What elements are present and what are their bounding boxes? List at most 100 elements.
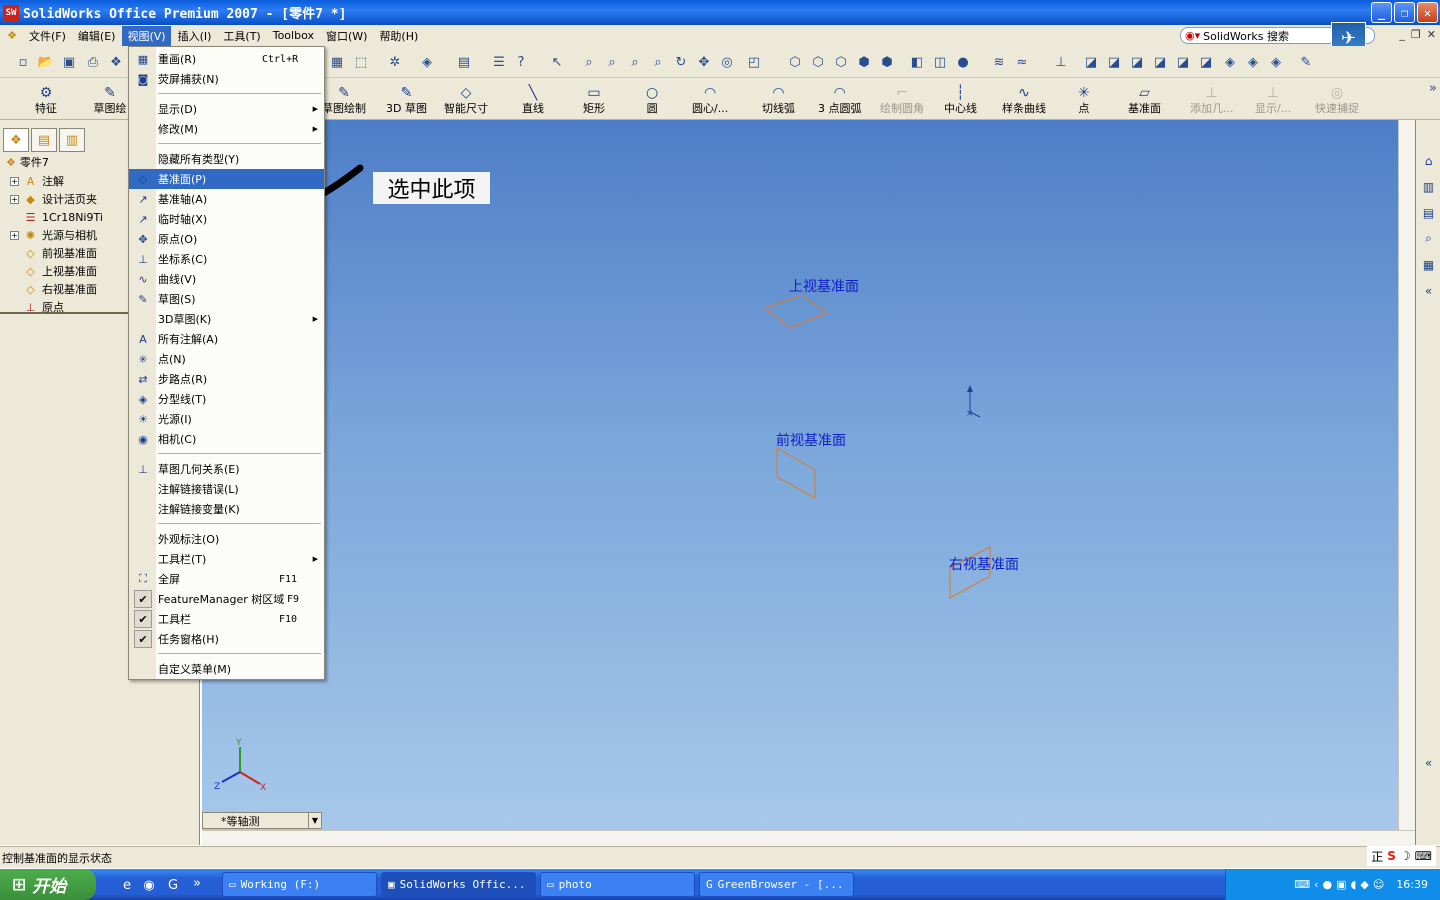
more-commands-icon[interactable]: » — [1424, 80, 1440, 96]
view-menu-item[interactable]: 注解链接变量(K) — [129, 499, 324, 519]
quicklaunch-more-icon[interactable]: » — [188, 875, 206, 891]
solidworks-app-icon[interactable]: SW — [3, 4, 19, 21]
help-icon[interactable]: ? — [512, 54, 530, 70]
view-menu-item[interactable]: ✔ FeatureManager 树区域 F9 — [129, 589, 324, 609]
ie-icon[interactable]: e — [118, 877, 136, 893]
task-photo[interactable]: ▭ photo — [540, 872, 695, 897]
view-menu-item[interactable]: ✎ 草图(S) — [129, 289, 324, 309]
tray-collapse-icon[interactable]: ‹ — [1314, 878, 1318, 891]
cmd-plane-button[interactable]: ▱ 基准面 — [1128, 82, 1161, 116]
cmd-three-point-arc-button[interactable]: ◠ 3 点圆弧 — [818, 82, 862, 116]
horizontal-scrollbar[interactable] — [202, 830, 1415, 846]
view-menu-item[interactable]: 隐藏所有类型(Y) — [129, 149, 324, 169]
view-menu-item[interactable]: 注解链接错误(L) — [129, 479, 324, 499]
menu-window[interactable]: 窗口(W) — [321, 26, 372, 46]
top-plane-outline[interactable] — [763, 294, 829, 329]
front-plane-label[interactable]: 前视基准面 — [776, 430, 846, 450]
menu-tools[interactable]: 工具(T) — [218, 26, 265, 46]
front-view-icon[interactable]: ◪ — [1082, 54, 1100, 70]
ime-options-icon[interactable]: ☽ — [1400, 849, 1411, 863]
tree-node[interactable]: +⊥原点 — [10, 298, 64, 316]
view-menu-item[interactable]: 修改(M) ▶ — [129, 119, 324, 139]
options-icon[interactable]: ✲ — [386, 54, 404, 70]
view-menu-item[interactable]: 显示(D) ▶ — [129, 99, 324, 119]
cmd-centerline-button[interactable]: ┆ 中心线 — [944, 82, 977, 116]
greenbrowser-icon[interactable]: G — [164, 877, 182, 893]
doc-restore-button[interactable]: ❐ — [1411, 28, 1421, 41]
tree-node[interactable]: +◇右视基准面 — [10, 280, 97, 298]
tray-network-icon[interactable]: ▣ — [1336, 878, 1346, 891]
browser-icon[interactable]: ◉ — [140, 877, 158, 893]
cmd-sketch-tab[interactable]: ✎ 草图绘 — [90, 82, 130, 116]
collapse-icon[interactable]: « — [1420, 282, 1437, 299]
view-menu-item[interactable]: ⊥ 草图几何关系(E) — [129, 459, 324, 479]
featuremanager-tab-icon[interactable]: ❖ — [3, 128, 29, 152]
bottom-view-icon[interactable]: ◪ — [1197, 54, 1215, 70]
menu-toolbox[interactable]: Toolbox — [268, 27, 319, 44]
right-view-icon[interactable]: ◪ — [1151, 54, 1169, 70]
doc-minimize-button[interactable]: _ — [1399, 28, 1405, 41]
view-menu-item[interactable]: 外观标注(O) — [129, 529, 324, 549]
left-view-icon[interactable]: ◪ — [1128, 54, 1146, 70]
view-menu-item[interactable]: ✔ 任务窗格(H) — [129, 629, 324, 649]
grid-icon[interactable]: ▦ — [328, 54, 346, 70]
trimetric-view-icon[interactable]: ◈ — [1244, 54, 1262, 70]
start-button[interactable]: ⊞ 开始 — [0, 869, 96, 900]
view-shaded-icon[interactable]: ⬢ — [878, 54, 896, 70]
search-icon[interactable]: ⌕ — [1420, 230, 1437, 247]
chevron-down-icon[interactable]: ▼ — [308, 813, 321, 828]
view-menu-item[interactable]: ⊥ 坐标系(C) — [129, 249, 324, 269]
back-view-icon[interactable]: ◪ — [1105, 54, 1123, 70]
cmd-quick-snaps-button[interactable]: ◎ 快速捕捉 — [1315, 82, 1359, 116]
cmd-rectangle-button[interactable]: ▭ 矩形 — [583, 82, 605, 116]
expand-toggle[interactable]: + — [10, 176, 19, 186]
rebuild-icon[interactable]: ❖ — [107, 54, 125, 70]
normal-to-icon[interactable]: ⊥ — [1052, 54, 1070, 70]
tree-node[interactable]: + ✺ 光源与相机 — [10, 226, 97, 244]
select-filter-icon[interactable]: ⬚ — [352, 54, 370, 70]
menu-insert[interactable]: 插入(I) — [173, 26, 217, 46]
isometric-view-icon[interactable]: ◈ — [1221, 54, 1239, 70]
cmd-add-relation-button[interactable]: ⊥ 添加几... — [1190, 82, 1234, 116]
top-view-icon[interactable]: ◪ — [1174, 54, 1192, 70]
view-menu-item[interactable]: ▦ 重画(R) Ctrl+R — [129, 49, 324, 69]
roll-icon[interactable]: ◎ — [718, 54, 736, 70]
zebra-icon[interactable]: ≈ — [1013, 54, 1031, 70]
cmd-smart-dimension-button[interactable]: ◇ 智能尺寸 — [444, 82, 488, 116]
view-hidden-lines-icon[interactable]: ⬡ — [809, 54, 827, 70]
view-hidden-removed-icon[interactable]: ⬡ — [832, 54, 850, 70]
close-button[interactable]: ✕ — [1417, 2, 1438, 23]
keyboard-icon[interactable]: ⌨ — [1415, 849, 1432, 863]
propertymanager-tab-icon[interactable]: ▤ — [31, 128, 57, 152]
minimize-button[interactable]: _ — [1371, 2, 1392, 23]
tree-node[interactable]: +☰1Cr18Ni9Ti — [10, 208, 103, 226]
cmd-line-button[interactable]: ╲ 直线 — [522, 82, 544, 116]
menu-file[interactable]: 文件(F) — [24, 26, 71, 46]
view-palette-icon[interactable]: ▦ — [1420, 256, 1437, 273]
view-menu-item[interactable]: ∿ 曲线(V) — [129, 269, 324, 289]
view-menu-item[interactable]: ◙ 荧屏捕获(N) — [129, 69, 324, 89]
zoom-area-icon[interactable]: ⌕ — [603, 54, 621, 70]
view-menu-item[interactable]: ◈ 分型线(T) — [129, 389, 324, 409]
tree-node[interactable]: + A 注解 — [10, 172, 64, 190]
tray-user-icon[interactable]: ☺ — [1373, 878, 1384, 891]
zoom-selection-icon[interactable]: ⌕ — [649, 54, 667, 70]
menu-view[interactable]: 视图(V) — [122, 25, 171, 46]
file-explorer-icon[interactable]: ▤ — [1420, 204, 1437, 221]
new-document-icon[interactable]: ▫ — [14, 54, 32, 70]
view-menu-item[interactable]: 自定义菜单(M) — [129, 659, 324, 679]
task-greenbrowser[interactable]: G GreenBrowser - [... — [699, 872, 854, 897]
cmd-3d-sketch-button[interactable]: ✎ 3D 草图 — [386, 82, 427, 116]
graphics-area[interactable]: × Y X Z 上视基准面 前视基准面 右视基准面 — [202, 120, 1398, 830]
curvature-icon[interactable]: ≋ — [990, 54, 1008, 70]
doc-close-button[interactable]: ✕ — [1427, 28, 1436, 41]
cmd-sketch-button[interactable]: ✎ 草图绘制 — [322, 82, 366, 116]
view-menu-item[interactable]: ✳ 点(N) — [129, 349, 324, 369]
task-working[interactable]: ▭ Working (F:) — [222, 872, 377, 897]
solidworks-menu-logo-icon[interactable]: ❖ — [3, 27, 21, 45]
cmd-tangent-arc-button[interactable]: ◠ 切线弧 — [762, 82, 795, 116]
ime-toolbar[interactable]: 正 S ☽ ⌨ — [1367, 846, 1436, 866]
front-plane-outline[interactable] — [776, 447, 816, 499]
menu-help[interactable]: 帮助(H) — [374, 26, 423, 46]
view-orientation-box[interactable]: *等轴测 ▼ — [202, 812, 322, 829]
